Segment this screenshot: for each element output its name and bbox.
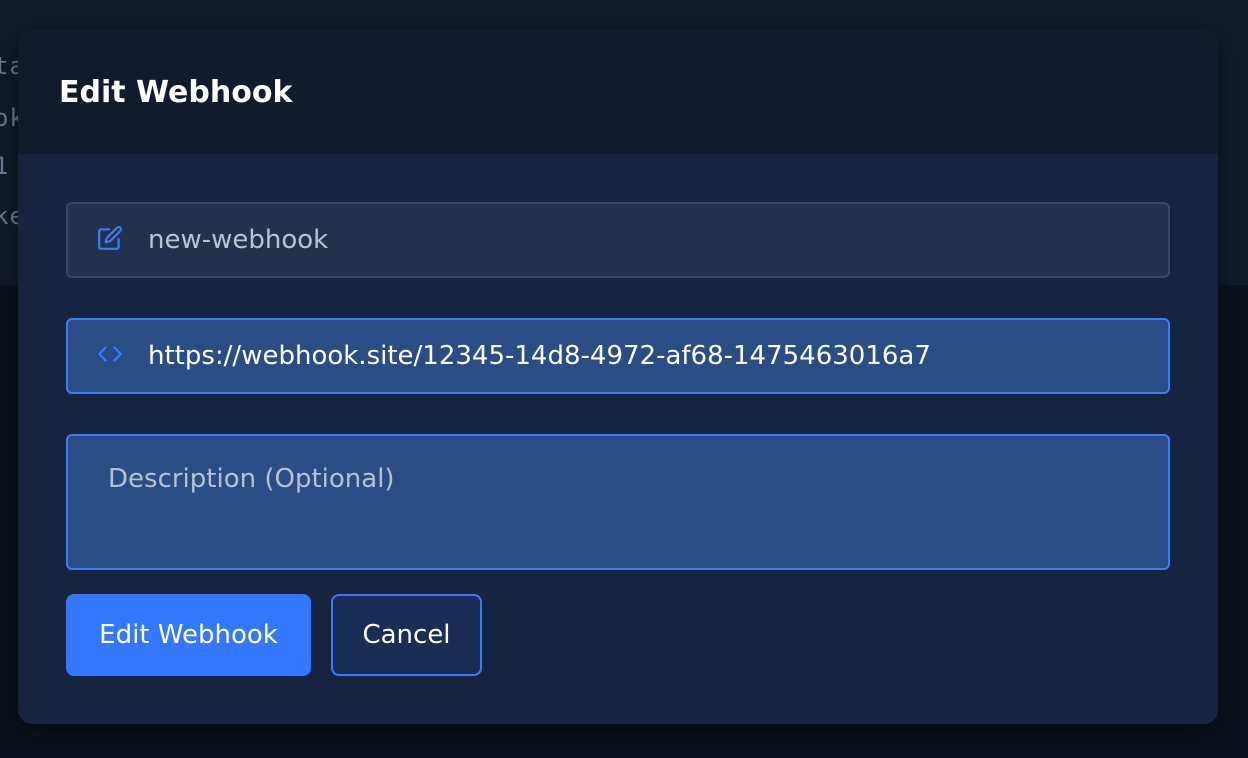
cancel-button[interactable]: Cancel	[331, 594, 482, 676]
webhook-name-input[interactable]	[148, 204, 1168, 276]
webhook-name-field[interactable]	[66, 202, 1170, 278]
description-textarea[interactable]	[68, 436, 1168, 568]
webhook-url-input[interactable]	[148, 320, 1168, 392]
modal-title: Edit Webhook	[59, 74, 293, 110]
code-icon	[97, 341, 123, 367]
description-field[interactable]	[66, 434, 1170, 570]
edit-webhook-modal: Edit Webhook Edit Webhook	[18, 30, 1218, 724]
edit-webhook-button[interactable]: Edit Webhook	[66, 594, 311, 676]
modal-header: Edit Webhook	[18, 30, 1218, 154]
background-text-line: 1	[0, 152, 10, 180]
edit-icon	[97, 225, 123, 251]
webhook-url-field[interactable]	[66, 318, 1170, 394]
